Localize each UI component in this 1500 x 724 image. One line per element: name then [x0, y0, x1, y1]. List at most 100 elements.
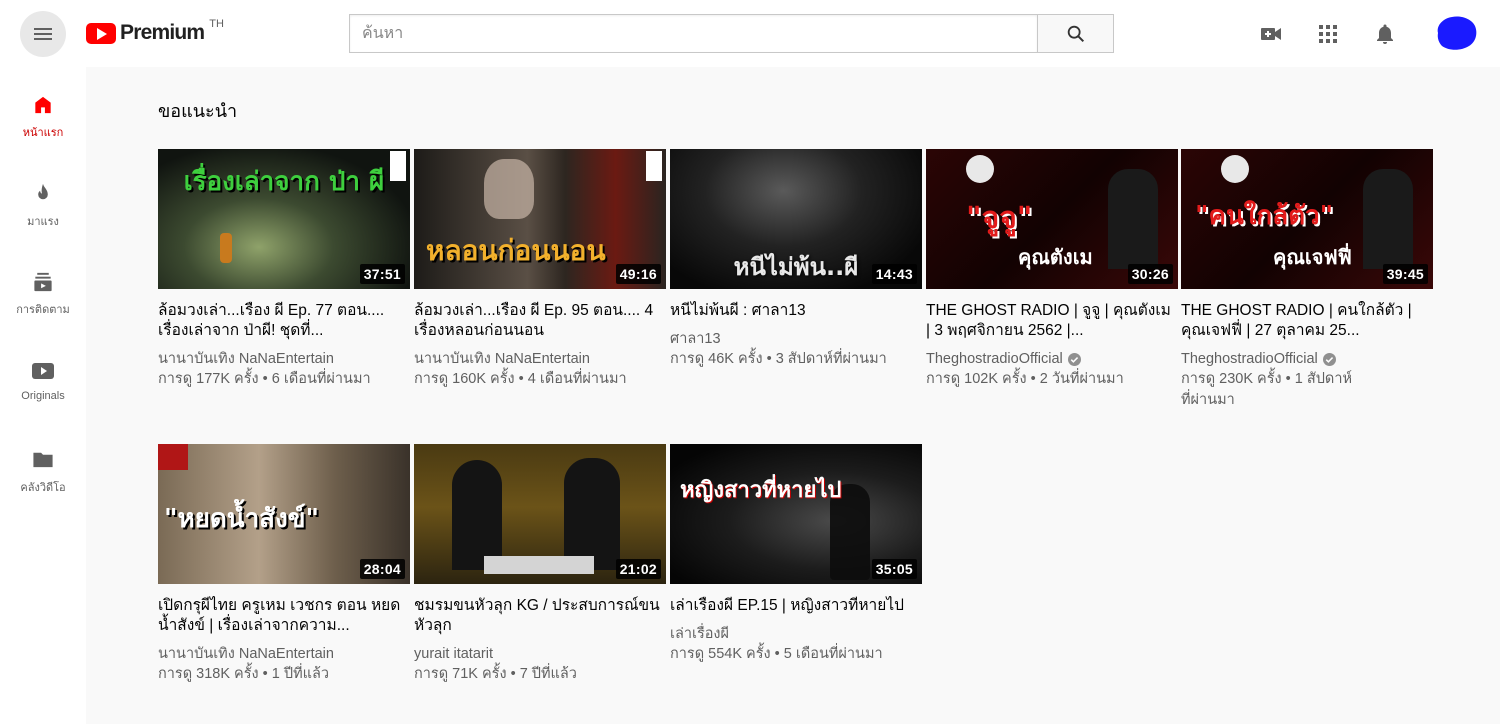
channel-name-text: yurait itatarit: [414, 646, 493, 662]
video-metadata: การดู 71K ครั้ง • 7 ปีที่แล้ว: [414, 666, 577, 682]
video-card[interactable]: 21:02 ชมรมขนหัวลุก KG / ประสบการณ์ขนหัวล…: [414, 444, 666, 685]
search-input[interactable]: [349, 14, 1037, 53]
video-thumbnail[interactable]: "หยดน้ำสังข์" 28:04: [158, 444, 410, 584]
channel-name-text: TheghostradioOfficial: [1181, 351, 1318, 367]
channel-name-text: เล่าเรื่องผี: [670, 626, 730, 642]
youtube-play-icon: [86, 22, 116, 44]
video-metadata: การดู 318K ครั้ง • 1 ปีที่แล้ว: [158, 666, 329, 682]
video-thumbnail[interactable]: "คนใกล้ตัว" คุณเจฟฟี่ 39:45: [1181, 149, 1433, 289]
channel-name-text: ศาลา13: [670, 331, 721, 347]
avatar[interactable]: [1430, 11, 1480, 55]
upload-age: 2 วันที่ผ่านมา: [1039, 371, 1124, 387]
video-card[interactable]: หนีไม่พ้น..ผี 14:43 หนีไม่พ้นผี : ศาลา13…: [670, 149, 922, 370]
view-count: การดู 102K ครั้ง: [926, 371, 1027, 387]
figure-silhouette: [220, 233, 232, 263]
video-card[interactable]: "คนใกล้ตัว" คุณเจฟฟี่ 39:45 THE GHOST RA…: [1181, 149, 1433, 411]
sidebar-item-trending[interactable]: มาแรง: [0, 156, 86, 230]
channel-name-text: TheghostradioOfficial: [926, 351, 1063, 367]
skull-logo: [1221, 155, 1249, 183]
video-metadata: การดู 177K ครั้ง • 6 เดือนที่ผ่านมา: [158, 371, 371, 387]
hamburger-menu-icon: [34, 28, 52, 40]
video-duration: 49:16: [615, 264, 661, 284]
country-code: TH: [209, 18, 224, 30]
video-thumbnail[interactable]: เรื่องเล่าจาก ป่า ผี 37:51: [158, 149, 410, 289]
channel-name[interactable]: TheghostradioOfficial: [1181, 349, 1433, 369]
video-title[interactable]: THE GHOST RADIO | จูจู | คุณตังเม | 3 พฤ…: [926, 301, 1178, 341]
sidebar-item-library[interactable]: คลังวิดีโอ: [0, 422, 86, 496]
thumbnail-caption: หญิงสาวที่หายไป: [680, 478, 842, 503]
video-card[interactable]: "หยดน้ำสังข์" 28:04 เปิดกรุผีไทย ครูเหม …: [158, 444, 410, 685]
logo-text: Premium: [120, 21, 205, 44]
video-camera-plus-icon: [1261, 28, 1281, 40]
sidebar-item-label: มาแรง: [27, 216, 59, 228]
search-box: [349, 14, 1114, 53]
view-count: การดู 177K ครั้ง: [158, 371, 259, 387]
video-thumbnail[interactable]: หญิงสาวที่หายไป 35:05: [670, 444, 922, 584]
channel-name[interactable]: TheghostradioOfficial: [926, 349, 1178, 369]
channel-name[interactable]: yurait itatarit: [414, 644, 666, 664]
video-title[interactable]: ล้อมวงเล่า...เรื่อง ผี Ep. 77 ตอน.... เร…: [158, 301, 410, 341]
sidebar-item-originals[interactable]: Originals: [0, 333, 86, 407]
video-metadata: การดู 102K ครั้ง • 2 วันที่ผ่านมา: [926, 371, 1124, 387]
video-title[interactable]: ชมรมขนหัวลุก KG / ประสบการณ์ขนหัวลุก: [414, 596, 666, 636]
video-metadata: การดู 160K ครั้ง • 4 เดือนที่ผ่านมา: [414, 371, 627, 387]
guide-sidebar: หน้าแรก มาแรง การติดตาม Originals คลังวิ…: [0, 67, 86, 724]
video-thumbnail[interactable]: หลอนก่อนนอน 49:16: [414, 149, 666, 289]
corner-tag: [158, 444, 188, 470]
masthead: Premium TH: [0, 0, 1500, 67]
video-card[interactable]: หลอนก่อนนอน 49:16 ล้อมวงเล่า...เรื่อง ผี…: [414, 149, 666, 390]
subscriptions-icon: [34, 272, 52, 292]
search-button[interactable]: [1037, 14, 1114, 53]
video-duration: 37:51: [359, 264, 405, 284]
channel-name[interactable]: เล่าเรื่องผี: [670, 624, 922, 644]
thumbnail-caption: เรื่องเล่าจาก ป่า ผี: [183, 167, 385, 197]
video-duration: 21:02: [615, 559, 661, 579]
thumbnail-caption: "คนใกล้ตัว": [1195, 201, 1334, 231]
create-video-button[interactable]: [1258, 21, 1284, 47]
section-title: ขอแนะนำ: [158, 101, 238, 121]
channel-name[interactable]: นานาบันเทิง NaNaEntertain: [158, 644, 410, 664]
video-title[interactable]: เล่าเรื่องผี EP.15 | หญิงสาวที่หายไป: [670, 596, 922, 616]
video-thumbnail[interactable]: "จูจู" คุณตังเม 30:26: [926, 149, 1178, 289]
video-card[interactable]: "จูจู" คุณตังเม 30:26 THE GHOST RADIO | …: [926, 149, 1178, 390]
sidebar-item-label: การติดตาม: [16, 304, 70, 316]
notifications-button[interactable]: [1372, 21, 1398, 47]
apps-grid-icon: [1319, 25, 1337, 43]
video-metadata: การดู 46K ครั้ง • 3 สัปดาห์ที่ผ่านมา: [670, 351, 887, 367]
video-title[interactable]: เปิดกรุผีไทย ครูเหม เวชกร ตอน หยดน้ำสังข…: [158, 596, 410, 636]
channel-name[interactable]: นานาบันเทิง NaNaEntertain: [158, 349, 410, 369]
channel-name-text: นานาบันเทิง NaNaEntertain: [158, 351, 334, 367]
view-count: การดู 46K ครั้ง: [670, 351, 763, 367]
video-title[interactable]: THE GHOST RADIO | คนใกล้ตัว | คุณเจฟฟี่ …: [1181, 301, 1433, 341]
sidebar-item-label: Originals: [21, 390, 65, 402]
upload-age: 1 ปีที่แล้ว: [271, 666, 329, 682]
video-duration: 14:43: [871, 264, 917, 284]
video-duration: 28:04: [359, 559, 405, 579]
guide-menu-button[interactable]: [20, 11, 66, 57]
video-card[interactable]: หญิงสาวที่หายไป 35:05 เล่าเรื่องผี EP.15…: [670, 444, 922, 665]
host-figure: [564, 458, 620, 570]
view-count: การดู 554K ครั้ง: [670, 646, 771, 662]
video-duration: 30:26: [1127, 264, 1173, 284]
upload-age: 6 เดือนที่ผ่านมา: [271, 371, 371, 387]
channel-name-text: นานาบันเทิง NaNaEntertain: [414, 351, 590, 367]
channel-badge: [646, 151, 662, 181]
sidebar-item-home[interactable]: หน้าแรก: [0, 67, 86, 141]
channel-name[interactable]: นานาบันเทิง NaNaEntertain: [414, 349, 666, 369]
fire-icon: [38, 183, 48, 200]
thumbnail-caption: "จูจู": [966, 201, 1033, 236]
guest-figure: [452, 460, 502, 570]
video-thumbnail[interactable]: หนีไม่พ้น..ผี 14:43: [670, 149, 922, 289]
channel-name[interactable]: ศาลา13: [670, 329, 922, 349]
sidebar-item-subscriptions[interactable]: การติดตาม: [0, 244, 86, 318]
home-icon: [35, 96, 51, 114]
apps-button[interactable]: [1315, 21, 1341, 47]
video-title[interactable]: ล้อมวงเล่า...เรื่อง ผี Ep. 95 ตอน.... 4 …: [414, 301, 666, 341]
video-title[interactable]: หนีไม่พ้นผี : ศาลา13: [670, 301, 922, 321]
youtube-premium-logo[interactable]: Premium TH: [86, 18, 224, 46]
video-thumbnail[interactable]: 21:02: [414, 444, 666, 584]
view-count: การดู 230K ครั้ง: [1181, 371, 1282, 387]
video-card[interactable]: เรื่องเล่าจาก ป่า ผี 37:51 ล้อมวงเล่า...…: [158, 149, 410, 390]
skull-logo: [966, 155, 994, 183]
view-count: การดู 160K ครั้ง: [414, 371, 515, 387]
